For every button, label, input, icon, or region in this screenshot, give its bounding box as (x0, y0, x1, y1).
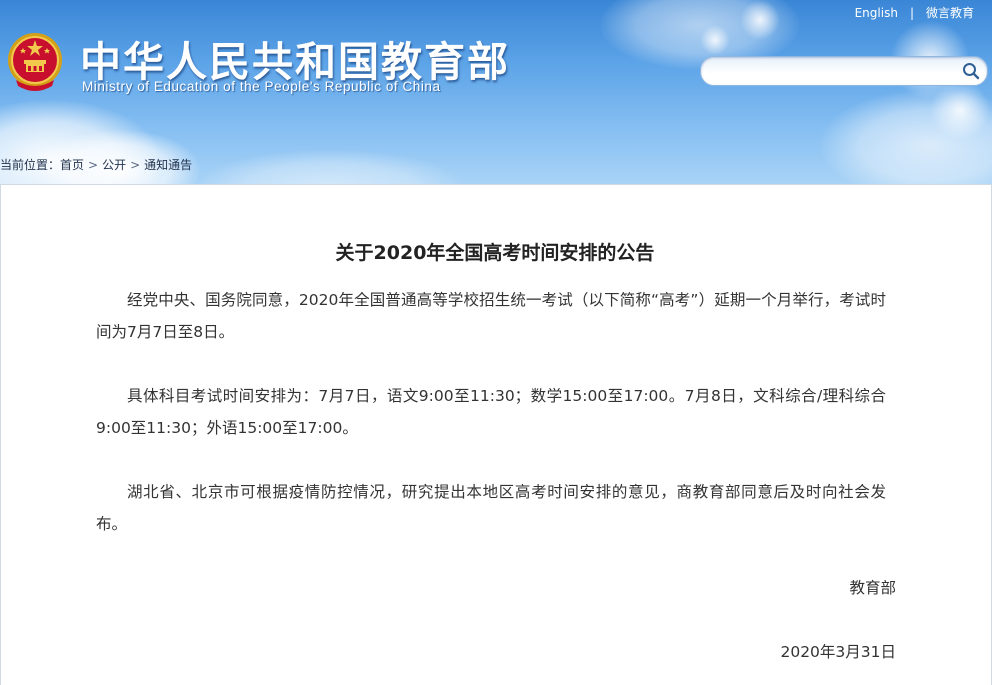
article-paragraph: 湖北省、北京市可根据疫情防控情况，研究提出本地区高考时间安排的意见，商教育部同意… (96, 483, 886, 533)
dandelion-decoration (700, 25, 730, 55)
chevron-right-icon: > (88, 158, 99, 172)
breadcrumb-public-link[interactable]: 公开 (102, 158, 126, 172)
top-links: English | 微言教育 (855, 4, 974, 21)
site-title-english: Ministry of Education of the People's Re… (82, 79, 441, 94)
article-paragraph: 具体科目考试时间安排为：7月7日，语文9:00至11:30；数学15:00至17… (96, 387, 886, 437)
cloud-decoration (200, 150, 460, 184)
dandelion-decoration (930, 80, 990, 140)
link-separator: | (909, 6, 914, 20)
article-title: 关于2020年全国高考时间安排的公告 (335, 242, 655, 264)
english-link[interactable]: English (855, 6, 898, 20)
site-header: 中华人民共和国教育部 Ministry of Education of the … (0, 0, 992, 184)
breadcrumb: 当前位置：首页 > 公开 > 通知通告 (0, 156, 192, 173)
search-input[interactable] (713, 61, 947, 83)
article-signature: 教育部 (849, 579, 896, 597)
search-icon[interactable] (961, 61, 981, 81)
article-date: 2020年3月31日 (780, 643, 896, 661)
chevron-right-icon: > (130, 158, 141, 172)
national-emblem-icon (8, 33, 62, 91)
dandelion-decoration (740, 0, 780, 40)
breadcrumb-notices-link[interactable]: 通知通告 (144, 158, 192, 172)
weibo-link[interactable]: 微言教育 (926, 6, 974, 20)
breadcrumb-prefix: 当前位置： (0, 158, 61, 172)
breadcrumb-home-link[interactable]: 首页 (60, 158, 84, 172)
article-paragraph: 经党中央、国务院同意，2020年全国普通高等学校招生统一考试（以下简称“高考”）… (96, 291, 886, 341)
search-box (700, 56, 988, 86)
